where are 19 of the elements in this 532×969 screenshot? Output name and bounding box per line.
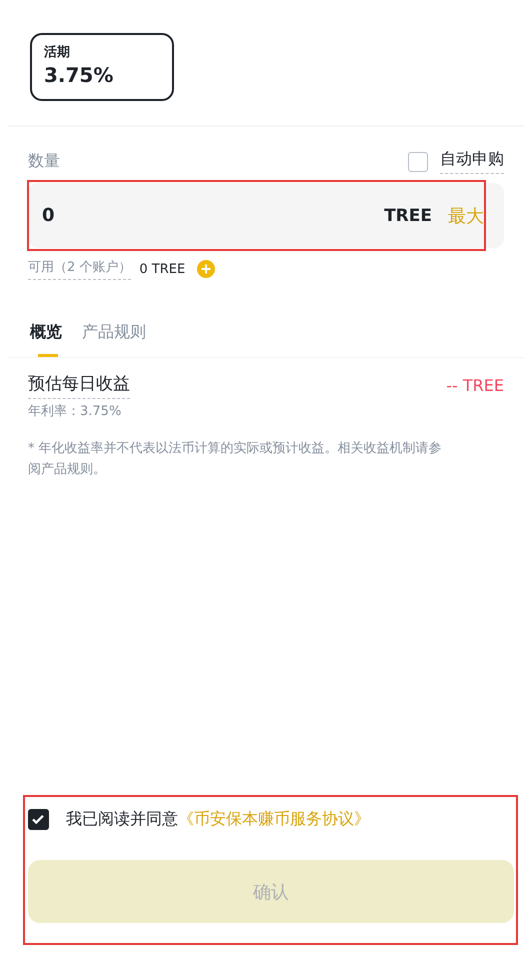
- estimate-value: -- TREE: [446, 376, 504, 395]
- agreement-text: 我已阅读并同意: [66, 809, 178, 830]
- amount-field[interactable]: 0 TREE 最大: [28, 183, 504, 248]
- estimate-label: 预估每日收益: [28, 372, 130, 399]
- available-amount: 0 TREE: [139, 262, 186, 276]
- auto-subscribe-label[interactable]: 自动申购: [440, 149, 504, 174]
- checkbox[interactable]: [28, 809, 49, 830]
- available-label: 可用（2 个账户）: [28, 258, 132, 280]
- term-card[interactable]: 活期 3.75%: [30, 33, 174, 101]
- term-label: 活期: [44, 44, 71, 61]
- term-rate: 3.75%: [44, 63, 114, 87]
- amount-value: 0: [42, 205, 55, 226]
- annual-rate: 年利率：3.75%: [28, 403, 122, 420]
- amount-label: 数量: [28, 151, 60, 172]
- add-icon[interactable]: [197, 260, 216, 278]
- tab[interactable]: 概览: [30, 322, 62, 357]
- checkbox[interactable]: [408, 152, 428, 172]
- disclaimer-text: * 年化收益率并不代表以法币计算的实际或预计收益。相关收益机制请参阅产品规则。: [28, 440, 443, 479]
- unit-label: TREE: [384, 206, 432, 226]
